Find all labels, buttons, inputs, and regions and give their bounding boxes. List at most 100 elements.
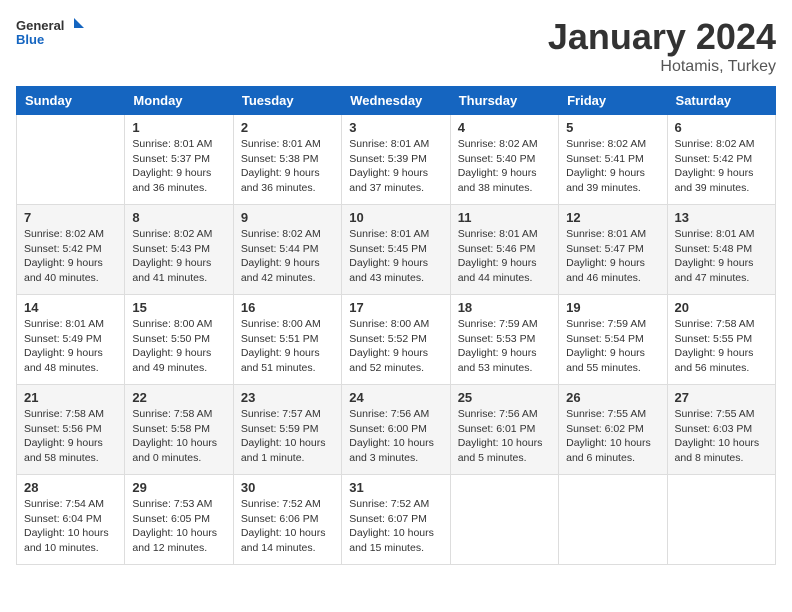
table-row: 15Sunrise: 8:00 AMSunset: 5:50 PMDayligh… [125, 295, 233, 385]
day-number: 30 [241, 480, 334, 495]
day-number: 7 [24, 210, 117, 225]
day-number: 16 [241, 300, 334, 315]
sub-title: Hotamis, Turkey [548, 58, 776, 76]
calendar-week-row: 7 Sunrise: 8:02 AMSunset: 5:42 PMDaylight… [17, 205, 776, 295]
header-sunday: Sunday [17, 87, 125, 115]
day-number: 19 [566, 300, 659, 315]
day-number: 28 [24, 480, 117, 495]
table-row: 21 Sunrise: 7:58 AMSunset: 5:56 PMDayligh… [17, 385, 125, 475]
table-row: 14Sunrise: 8:01 AMSunset: 5:49 PMDayligh… [17, 295, 125, 385]
table-row: 27 Sunrise: 7:55 AMSunset: 6:03 PMDayligh… [667, 385, 775, 475]
day-info: Sunrise: 8:01 AMSunset: 5:46 PMDaylight:… [458, 227, 551, 286]
table-row: 5Sunrise: 8:02 AMSunset: 5:41 PMDaylight… [559, 115, 667, 205]
day-info: Sunrise: 7:52 AMSunset: 6:07 PMDaylight:… [349, 497, 442, 556]
day-info: Sunrise: 8:02 AMSunset: 5:42 PMDaylight:… [24, 227, 117, 286]
day-number: 21 [24, 390, 117, 405]
logo-svg: General Blue [16, 16, 86, 51]
table-row: 11 Sunrise: 8:01 AMSunset: 5:46 PMDayligh… [450, 205, 558, 295]
day-number: 31 [349, 480, 442, 495]
day-number: 4 [458, 120, 551, 135]
day-info: Sunrise: 8:01 AMSunset: 5:37 PMDaylight:… [132, 137, 225, 196]
table-row: 2Sunrise: 8:01 AMSunset: 5:38 PMDaylight… [233, 115, 341, 205]
day-info: Sunrise: 7:54 AMSunset: 6:04 PMDaylight:… [24, 497, 117, 556]
day-info: Sunrise: 8:01 AMSunset: 5:38 PMDaylight:… [241, 137, 334, 196]
day-info: Sunrise: 7:59 AMSunset: 5:53 PMDaylight:… [458, 317, 551, 376]
day-number: 11 [458, 210, 551, 225]
day-number: 9 [241, 210, 334, 225]
day-number: 25 [458, 390, 551, 405]
table-row: 20 Sunrise: 7:58 AMSunset: 5:55 PMDayligh… [667, 295, 775, 385]
day-number: 29 [132, 480, 225, 495]
day-number: 1 [132, 120, 225, 135]
table-row [450, 475, 558, 565]
header-saturday: Saturday [667, 87, 775, 115]
day-info: Sunrise: 8:02 AMSunset: 5:42 PMDaylight:… [675, 137, 768, 196]
table-row: 12 Sunrise: 8:01 AMSunset: 5:47 PMDayligh… [559, 205, 667, 295]
table-row: 7 Sunrise: 8:02 AMSunset: 5:42 PMDaylight… [17, 205, 125, 295]
day-info: Sunrise: 7:55 AMSunset: 6:02 PMDaylight:… [566, 407, 659, 466]
day-info: Sunrise: 7:56 AMSunset: 6:00 PMDaylight:… [349, 407, 442, 466]
day-info: Sunrise: 7:55 AMSunset: 6:03 PMDaylight:… [675, 407, 768, 466]
table-row: 16 Sunrise: 8:00 AMSunset: 5:51 PMDayligh… [233, 295, 341, 385]
calendar-week-row: 21 Sunrise: 7:58 AMSunset: 5:56 PMDayligh… [17, 385, 776, 475]
day-info: Sunrise: 8:01 AMSunset: 5:45 PMDaylight:… [349, 227, 442, 286]
day-number: 26 [566, 390, 659, 405]
table-row: 19 Sunrise: 7:59 AMSunset: 5:54 PMDayligh… [559, 295, 667, 385]
table-row: 9 Sunrise: 8:02 AMSunset: 5:44 PMDaylight… [233, 205, 341, 295]
table-row: 26 Sunrise: 7:55 AMSunset: 6:02 PMDayligh… [559, 385, 667, 475]
title-area: January 2024 Hotamis, Turkey [548, 16, 776, 76]
header-friday: Friday [559, 87, 667, 115]
header: General Blue January 2024 Hotamis, Turke… [16, 16, 776, 76]
day-number: 17 [349, 300, 442, 315]
day-number: 27 [675, 390, 768, 405]
day-info: Sunrise: 8:00 AMSunset: 5:51 PMDaylight:… [241, 317, 334, 376]
day-info: Sunrise: 7:56 AMSunset: 6:01 PMDaylight:… [458, 407, 551, 466]
day-number: 12 [566, 210, 659, 225]
day-number: 20 [675, 300, 768, 315]
day-info: Sunrise: 7:58 AMSunset: 5:56 PMDaylight:… [24, 407, 117, 466]
day-info: Sunrise: 7:58 AMSunset: 5:55 PMDaylight:… [675, 317, 768, 376]
day-number: 22 [132, 390, 225, 405]
calendar-week-row: 28 Sunrise: 7:54 AMSunset: 6:04 PMDayligh… [17, 475, 776, 565]
header-tuesday: Tuesday [233, 87, 341, 115]
day-info: Sunrise: 8:02 AMSunset: 5:44 PMDaylight:… [241, 227, 334, 286]
day-number: 23 [241, 390, 334, 405]
day-info: Sunrise: 8:01 AMSunset: 5:48 PMDaylight:… [675, 227, 768, 286]
table-row: 6Sunrise: 8:02 AMSunset: 5:42 PMDaylight… [667, 115, 775, 205]
table-row: 29Sunrise: 7:53 AMSunset: 6:05 PMDayligh… [125, 475, 233, 565]
table-row: 31 Sunrise: 7:52 AMSunset: 6:07 PMDayligh… [342, 475, 450, 565]
day-info: Sunrise: 8:02 AMSunset: 5:43 PMDaylight:… [132, 227, 225, 286]
table-row: 3Sunrise: 8:01 AMSunset: 5:39 PMDaylight… [342, 115, 450, 205]
table-row: 18Sunrise: 7:59 AMSunset: 5:53 PMDayligh… [450, 295, 558, 385]
svg-text:General: General [16, 18, 64, 33]
day-number: 8 [132, 210, 225, 225]
day-info: Sunrise: 8:02 AMSunset: 5:41 PMDaylight:… [566, 137, 659, 196]
day-info: Sunrise: 7:59 AMSunset: 5:54 PMDaylight:… [566, 317, 659, 376]
table-row: 23 Sunrise: 7:57 AMSunset: 5:59 PMDayligh… [233, 385, 341, 475]
table-row: 13Sunrise: 8:01 AMSunset: 5:48 PMDayligh… [667, 205, 775, 295]
day-info: Sunrise: 8:00 AMSunset: 5:52 PMDaylight:… [349, 317, 442, 376]
day-info: Sunrise: 8:01 AMSunset: 5:39 PMDaylight:… [349, 137, 442, 196]
table-row: 4 Sunrise: 8:02 AMSunset: 5:40 PMDaylight… [450, 115, 558, 205]
table-row [559, 475, 667, 565]
day-number: 24 [349, 390, 442, 405]
main-title: January 2024 [548, 16, 776, 58]
day-info: Sunrise: 8:02 AMSunset: 5:40 PMDaylight:… [458, 137, 551, 196]
day-info: Sunrise: 8:01 AMSunset: 5:47 PMDaylight:… [566, 227, 659, 286]
table-row [667, 475, 775, 565]
table-row: 28 Sunrise: 7:54 AMSunset: 6:04 PMDayligh… [17, 475, 125, 565]
table-row: 10 Sunrise: 8:01 AMSunset: 5:45 PMDayligh… [342, 205, 450, 295]
logo: General Blue [16, 16, 86, 51]
table-row: 25 Sunrise: 7:56 AMSunset: 6:01 PMDayligh… [450, 385, 558, 475]
table-row: 24 Sunrise: 7:56 AMSunset: 6:00 PMDayligh… [342, 385, 450, 475]
day-number: 10 [349, 210, 442, 225]
day-number: 14 [24, 300, 117, 315]
calendar-table: Sunday Monday Tuesday Wednesday Thursday… [16, 86, 776, 565]
day-info: Sunrise: 8:00 AMSunset: 5:50 PMDaylight:… [132, 317, 225, 376]
table-row: 22Sunrise: 7:58 AMSunset: 5:58 PMDayligh… [125, 385, 233, 475]
weekday-header-row: Sunday Monday Tuesday Wednesday Thursday… [17, 87, 776, 115]
day-info: Sunrise: 7:57 AMSunset: 5:59 PMDaylight:… [241, 407, 334, 466]
day-info: Sunrise: 7:52 AMSunset: 6:06 PMDaylight:… [241, 497, 334, 556]
header-thursday: Thursday [450, 87, 558, 115]
table-row: 17 Sunrise: 8:00 AMSunset: 5:52 PMDayligh… [342, 295, 450, 385]
